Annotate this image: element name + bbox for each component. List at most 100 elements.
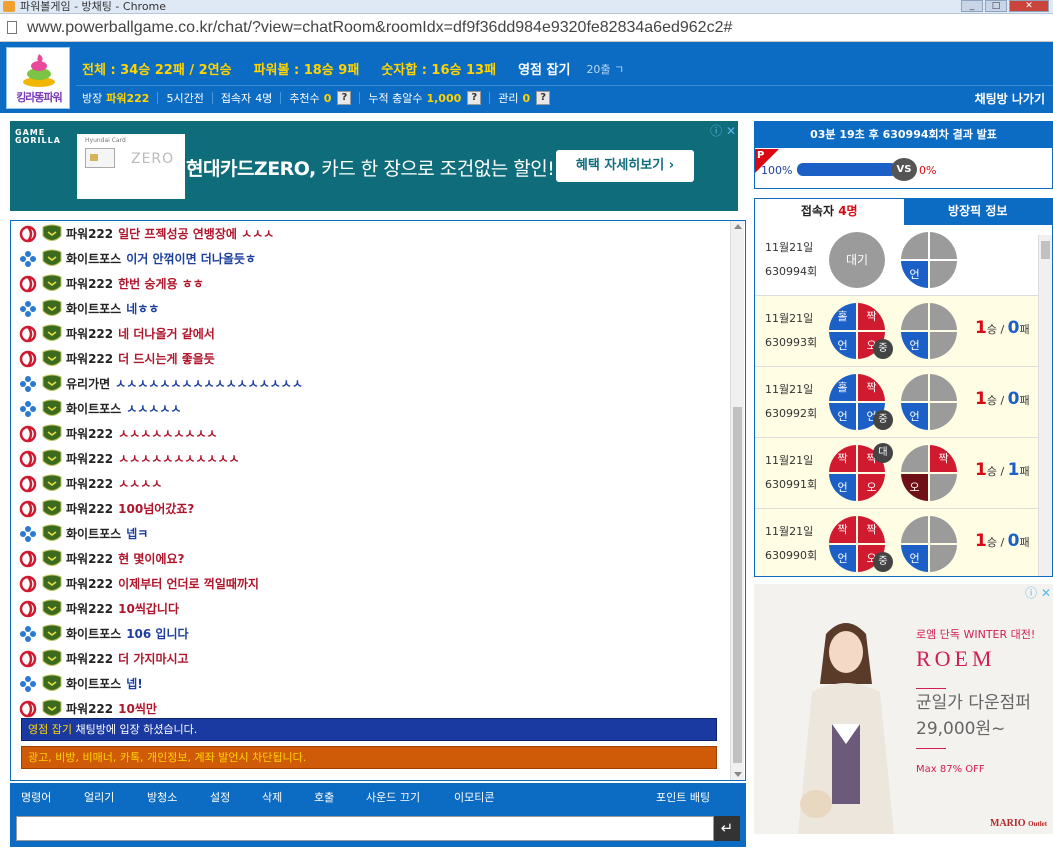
pick-cell [930,474,957,501]
chat-nick[interactable]: 파워222 [66,700,113,717]
round-row[interactable]: 11월21일 630992회 홀 짝 언 언 중 언 1승 / 0패 [755,367,1038,438]
notice-room-enter: 영점 잡기 채팅방에 입장 하셨습니다. [21,718,717,741]
chat-message: 파워222 이제부터 언더로 꺽일때까지 [19,571,729,596]
side-tabs: 접속자 4명 방장픽 정보 [755,199,1052,225]
blue-flower-icon [20,250,36,267]
tool-delete[interactable]: 삭제 [262,789,282,805]
panel-scroll-thumb[interactable] [1041,241,1050,259]
chat-nick[interactable]: 화이트포스 [66,400,121,417]
round-number: 630991회 [765,478,818,491]
chat-nick[interactable]: 파워222 [66,350,113,367]
red-swirl-icon [19,500,37,517]
tool-freeze[interactable]: 얼리기 [84,789,114,805]
pick-circle: 언 [901,516,957,572]
scroll-up-icon[interactable] [734,224,742,229]
total-help-button[interactable]: ? [467,91,482,105]
chat-input[interactable] [16,816,714,841]
round-row[interactable]: 11월21일 630991회 짝 짝 언 오 대 짝 오 1승 / 1패 [755,438,1038,509]
panel-scrollbar[interactable] [1038,235,1052,576]
round-row[interactable]: 11월21일 630990회 짝 짝 언 오 중 언 1승 / 0패 [755,509,1038,576]
chat-message: 파워222 일단 프젝성공 연뱅장에 ㅅㅅㅅ [19,221,729,246]
chat-nick[interactable]: 파워222 [66,600,113,617]
close-button[interactable]: ✕ [1009,0,1049,12]
score-losses: 0 [1007,531,1020,551]
chat-nick[interactable]: 화이트포스 [66,300,121,317]
pick-cell: 언 [901,545,928,572]
address-bar[interactable]: www.powerballgame.co.kr/chat/?view=chatR… [0,14,1053,42]
ad-info-close-icon[interactable]: ⓘ ✕ [710,122,736,139]
rank-shield-icon [42,649,62,666]
chat-nick[interactable]: 파워222 [66,450,113,467]
stats-row: 전체 : 34승 22패 / 2연승 파워볼 : 18승 9패 숫자합 : 16… [82,59,646,78]
vs-badge: VS [891,158,917,181]
chat-nick[interactable]: 화이트포스 [66,250,121,267]
chat-nick[interactable]: 파워222 [66,575,113,592]
chat-message: 파워222 ㅅㅅㅅㅅㅅㅅㅅㅅㅅ [19,421,729,446]
score-wins: 1 [975,318,987,338]
room-rank: 20출 ㄱ [586,63,625,76]
tool-settings[interactable]: 설정 [210,789,230,805]
chat-text: 일단 프젝성공 연뱅장에 ㅅㅅㅅ [118,227,275,241]
pick-cell: 짝 [930,445,957,472]
chat-nick[interactable]: 파워222 [66,225,113,242]
countdown-suffix: 결과 발표 [952,128,997,141]
chat-text: ㅅㅅㅅㅅㅅ [126,402,182,416]
recommend-help-button[interactable]: ? [337,91,352,105]
banner-ad-top[interactable]: GAME GORILLA Hyundai Card ZERO 현대카드ZERO,… [10,121,738,211]
chat-nick[interactable]: 파워222 [66,275,113,292]
chat-nick[interactable]: 파워222 [66,475,113,492]
maximize-button[interactable]: □ [985,0,1007,12]
blue-flower-icon [20,625,36,642]
pick-cell [901,445,928,472]
scroll-thumb[interactable] [733,407,742,763]
pick-cell [930,232,957,259]
ad-right-info-close-icon[interactable]: ⓘ ✕ [1025,584,1051,601]
ad-cta-button[interactable]: 혜택 자세히보기 › [556,150,694,182]
score-slash: / [996,323,1008,336]
chat-nick[interactable]: 화이트포스 [66,675,121,692]
chat-nick[interactable]: 파워222 [66,425,113,442]
tool-call[interactable]: 호출 [314,789,334,805]
site-logo[interactable]: 킹라똥파워 [6,47,70,109]
scroll-down-icon[interactable] [734,772,742,777]
tool-sound-off[interactable]: 사운드 끄기 [366,789,420,805]
ad-right-brand: ROEM [916,646,996,671]
chat-message: 파워222 ㅅㅅㅅㅅ [19,471,729,496]
chat-scrollbar[interactable] [730,221,744,780]
chat-nick[interactable]: 파워222 [66,325,113,342]
round-row[interactable]: 11월21일 630994회 대기 언 [755,225,1038,296]
round-row[interactable]: 11월21일 630993회 홀 짝 언 오 중 언 1승 / 0패 [755,296,1038,367]
rank-shield-icon [42,599,62,616]
chat-text: 넵ㅋ [126,527,149,541]
tool-clear[interactable]: 방청소 [147,789,177,805]
tool-emoticon[interactable]: 이모티콘 [454,789,494,805]
minimize-button[interactable]: _ [961,0,983,12]
chat-text: 넵! [126,677,143,691]
leave-room-button[interactable]: 채팅방 나가기 [975,90,1045,107]
chat-nick[interactable]: 파워222 [66,500,113,517]
tool-commands[interactable]: 명령어 [21,789,51,805]
score-loss-label: 패 [1019,536,1030,549]
manage-help-button[interactable]: ? [536,91,551,105]
url-text[interactable]: www.powerballgame.co.kr/chat/?view=chatR… [27,19,732,37]
chat-nick[interactable]: 화이트포스 [66,525,121,542]
send-icon[interactable]: ↵ [714,816,740,841]
ad-right-desc-line1: 균일가 다운점퍼 [916,693,1031,713]
chat-nick[interactable]: 유리가면 [66,375,110,392]
info-separator [489,92,491,104]
tab-visitors[interactable]: 접속자 4명 [755,199,904,225]
tab-owner-pick[interactable]: 방장픽 정보 [903,199,1052,225]
score-win-label: 승 [986,394,997,407]
pick-circle: 짝오 [901,445,957,501]
chat-nick[interactable]: 화이트포스 [66,625,121,642]
size-tag: 중 [873,552,893,572]
stat-powerball: 파워볼 : 18승 9패 [253,63,360,78]
banner-ad-right[interactable]: ⓘ ✕ 로엠 단독 WINTER 대전! ROEM 균일가 다운점퍼 29,00… [754,584,1053,834]
window-title: 파워볼게임 - 방채팅 - Chrome [20,0,167,13]
tool-point-bet[interactable]: 포인트 배팅 [656,789,710,805]
chat-nick[interactable]: 파워222 [66,650,113,667]
score-slash: / [996,394,1008,407]
score-losses: 1 [1007,460,1020,480]
room-header: 킹라똥파워 전체 : 34승 22패 / 2연승 파워볼 : 18승 9패 숫자… [0,42,1053,113]
chat-nick[interactable]: 파워222 [66,550,113,567]
